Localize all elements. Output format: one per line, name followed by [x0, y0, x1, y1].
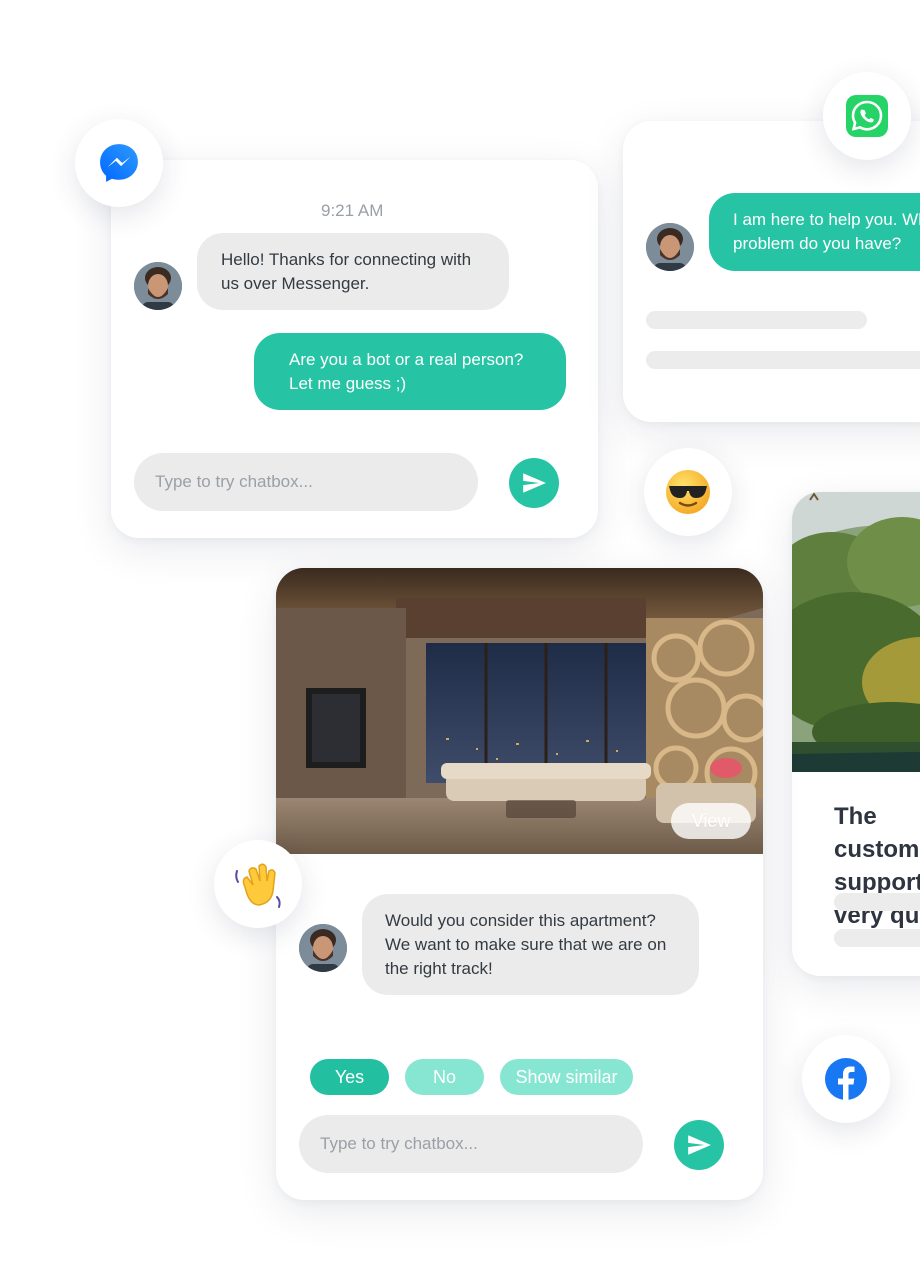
view-button-label: View: [691, 810, 731, 831]
waving-hand-emoji-icon: [235, 863, 281, 908]
send-icon: [688, 1135, 711, 1155]
messenger-chat-card: 9:21 AM Hello! Thanks for connecting wit…: [111, 160, 598, 538]
agent-avatar: [299, 924, 347, 972]
messenger-icon: [100, 144, 138, 182]
review-text: The customer support was very quick: [834, 803, 920, 929]
loading-line: [834, 929, 920, 947]
outgoing-message-bubble: Are you a bot or a real person? Let me g…: [254, 333, 566, 410]
garden-photo: [792, 492, 920, 772]
incoming-message-bubble: Would you consider this apartment? We wa…: [362, 894, 699, 995]
whatsapp-chat-card: I am here to help you. What problem do y…: [623, 121, 920, 422]
view-button[interactable]: View: [671, 803, 751, 839]
review-card: The customer support was very quick: [792, 492, 920, 976]
send-icon: [523, 473, 546, 493]
facebook-icon: [825, 1058, 867, 1100]
quick-reply-no[interactable]: No: [405, 1059, 484, 1095]
message-timestamp: 9:21 AM: [321, 201, 384, 220]
apartment-chat-card: View Would you consider this apartment? …: [276, 568, 763, 1200]
loading-line: [646, 311, 867, 329]
quick-reply-yes[interactable]: Yes: [310, 1059, 389, 1095]
send-button[interactable]: [509, 458, 559, 508]
chat-input[interactable]: [299, 1115, 643, 1173]
outgoing-message-bubble: I am here to help you. What problem do y…: [709, 193, 920, 271]
agent-avatar: [134, 262, 182, 310]
whatsapp-icon: [846, 95, 888, 137]
whatsapp-badge: [823, 72, 911, 160]
messenger-badge: [75, 119, 163, 207]
loading-line: [646, 351, 920, 369]
quick-reply-show-similar[interactable]: Show similar: [500, 1059, 633, 1095]
chat-widgets-showcase: 9:21 AM Hello! Thanks for connecting wit…: [0, 0, 920, 1278]
sunglasses-emoji-icon: [666, 470, 710, 514]
facebook-badge: [802, 1035, 890, 1123]
incoming-message-bubble: Hello! Thanks for connecting with us ove…: [197, 233, 509, 310]
loading-line: [834, 893, 920, 911]
waving-hand-emoji-badge: [214, 840, 302, 928]
send-button[interactable]: [674, 1120, 724, 1170]
sunglasses-emoji-badge: [644, 448, 732, 536]
agent-avatar: [646, 223, 694, 271]
chat-input[interactable]: [134, 453, 478, 511]
